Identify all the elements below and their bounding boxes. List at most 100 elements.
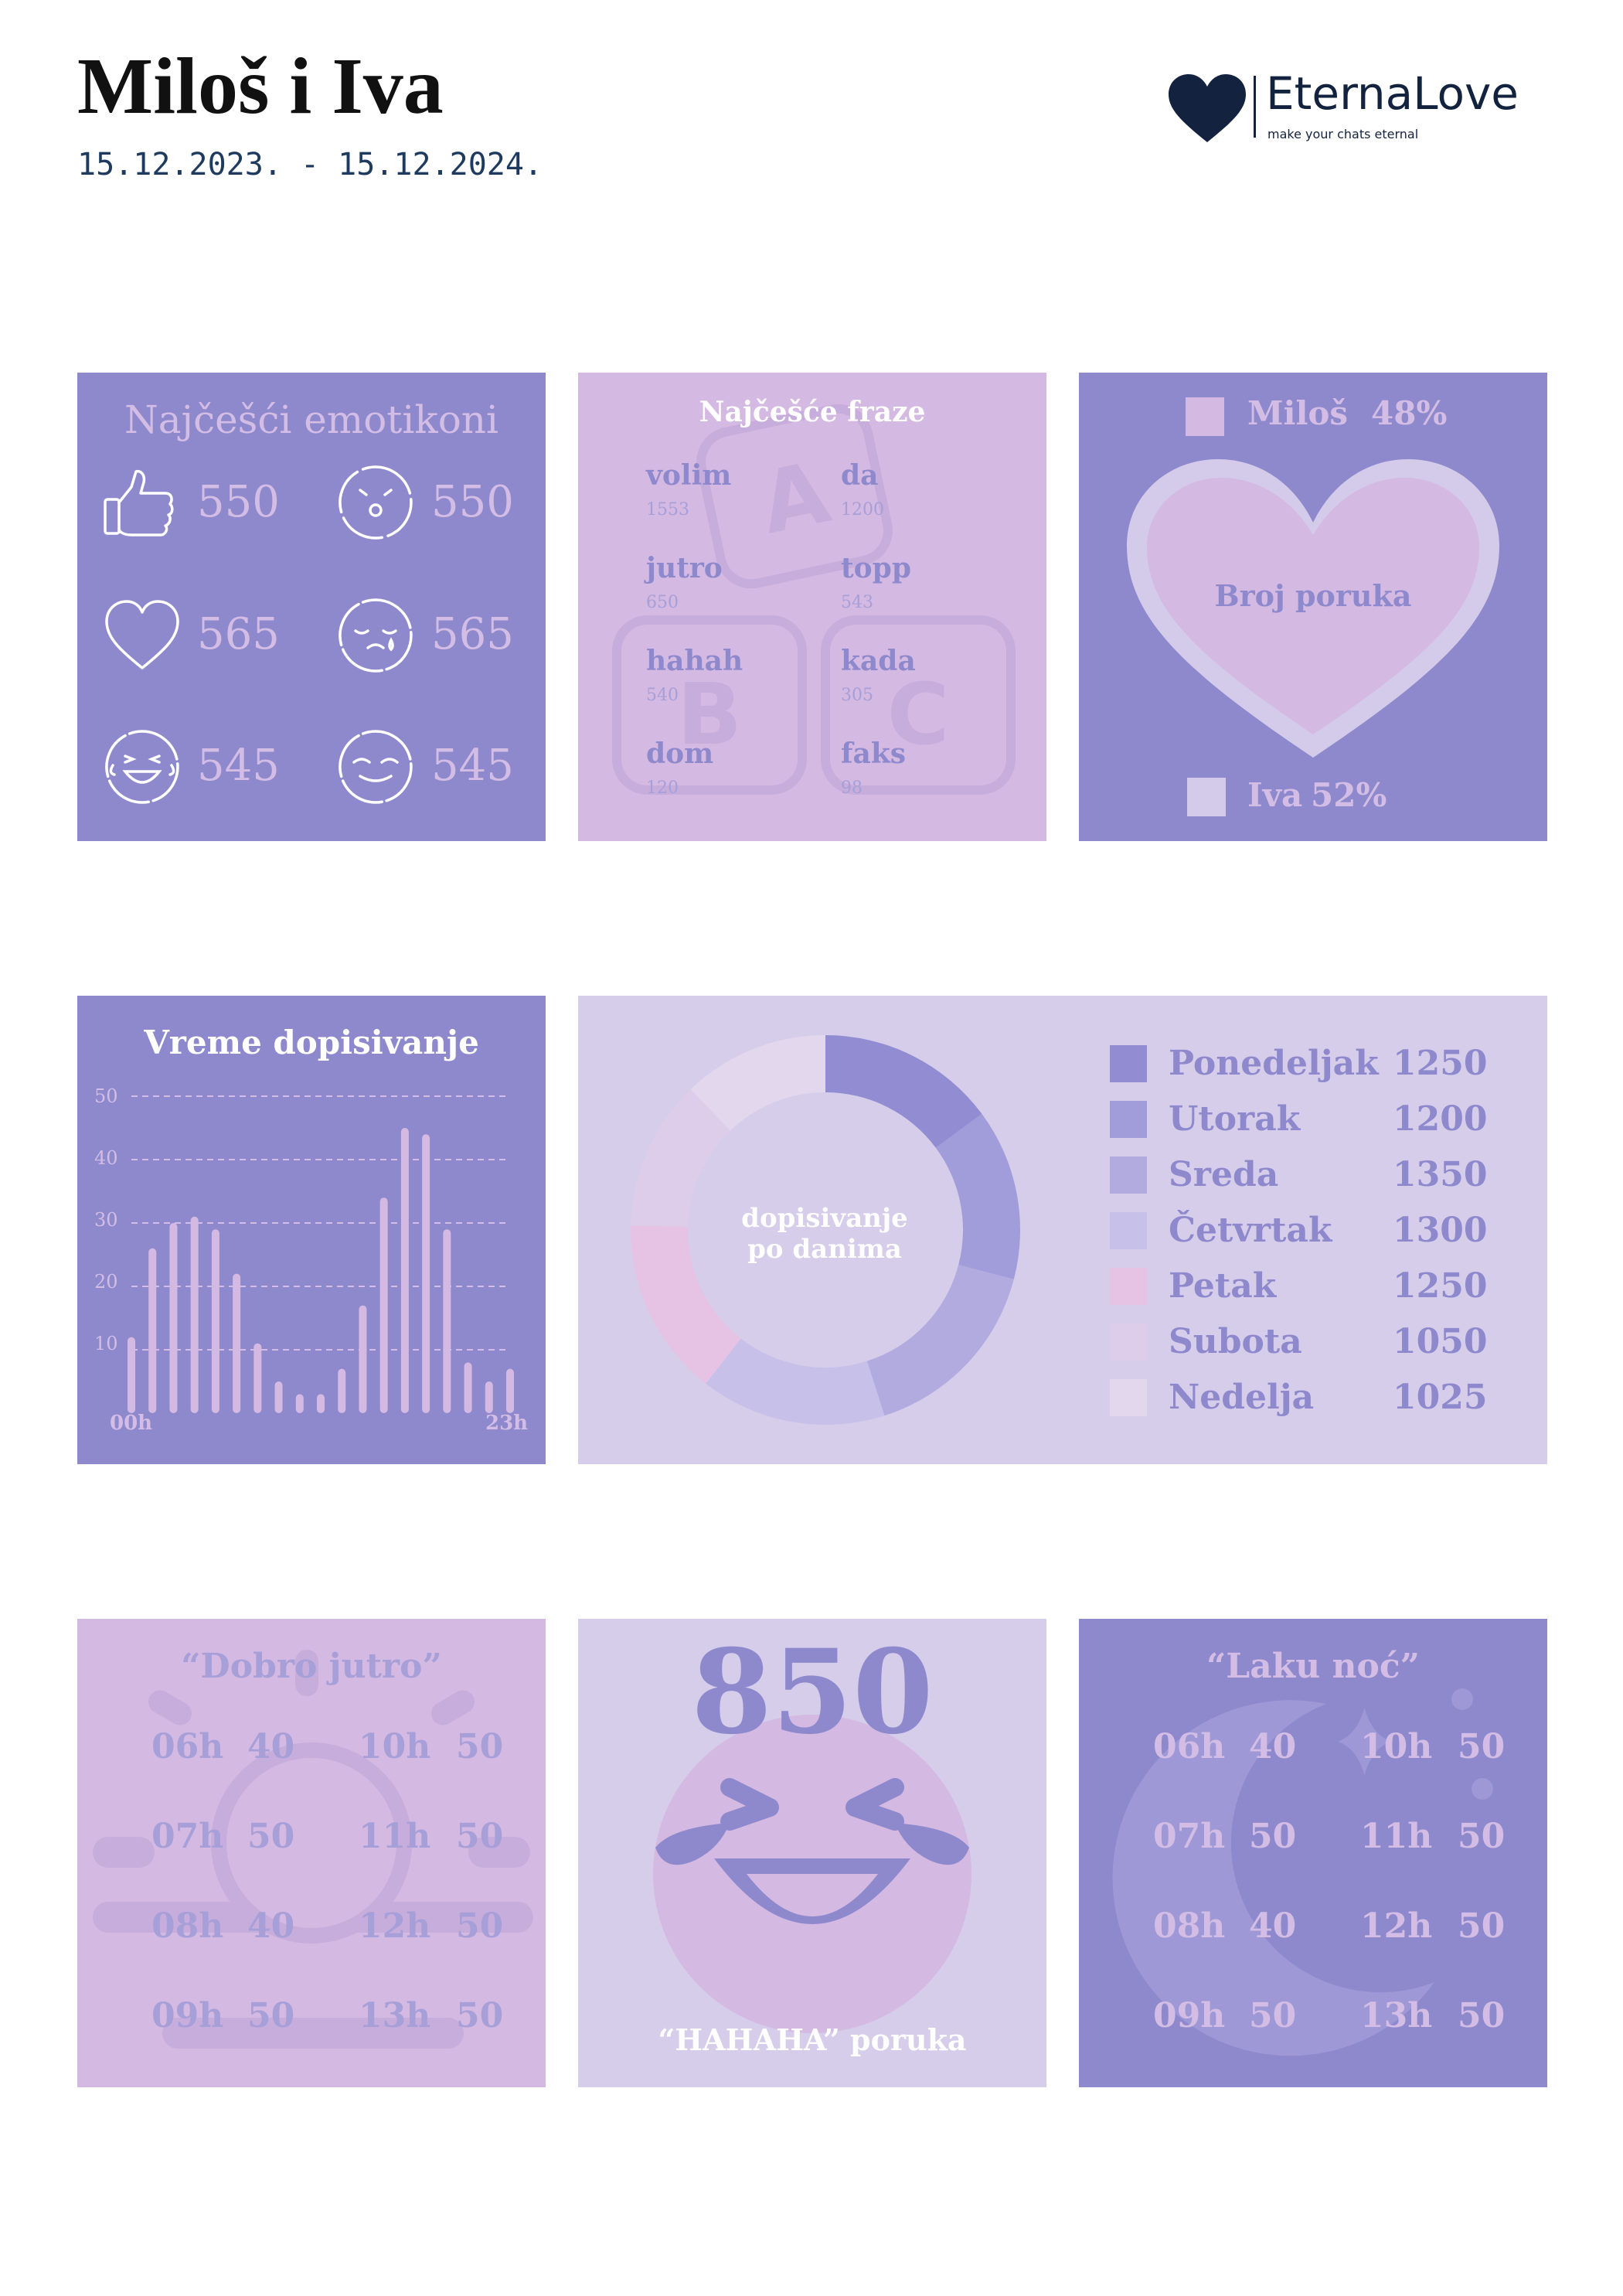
milos-percent: 48% bbox=[1371, 394, 1448, 432]
laughing-tears-face-icon bbox=[105, 730, 179, 804]
legend-value: 1250 bbox=[1393, 1266, 1488, 1306]
hour-bar bbox=[485, 1381, 493, 1413]
milos-name: Miloš bbox=[1247, 394, 1349, 432]
legend-swatch bbox=[1110, 1045, 1147, 1082]
legend-value: 1250 bbox=[1393, 1044, 1488, 1083]
legend-swatch bbox=[1110, 1268, 1147, 1305]
phrase-count: 543 bbox=[841, 593, 873, 612]
phrase-count: 120 bbox=[646, 778, 679, 798]
legend-swatch bbox=[1110, 1157, 1147, 1194]
phrase-word: dom bbox=[646, 738, 714, 770]
legend-label: Sreda bbox=[1169, 1155, 1279, 1194]
donut-slice-sreda bbox=[866, 1265, 1014, 1416]
donut-slice-utorak bbox=[935, 1113, 1020, 1279]
hour-label: 13h bbox=[1360, 1996, 1433, 2035]
brand-name: EternaLove bbox=[1266, 67, 1519, 120]
hour-value: 50 bbox=[456, 1906, 504, 1946]
hour-label: 10h bbox=[359, 1727, 431, 1766]
date-range: 15.12.2023. - 15.12.2024. bbox=[77, 147, 543, 182]
legend-swatch bbox=[1110, 1379, 1147, 1416]
hour-bar bbox=[274, 1381, 283, 1413]
donut-center-line: po danima bbox=[747, 1234, 902, 1265]
phrase-count: 305 bbox=[841, 686, 873, 705]
message-count-card: Miloš 48% Broj poruka Iva 52% bbox=[1079, 373, 1547, 841]
hahaha-card: 850 “HAHAHA” poruka bbox=[578, 1619, 1046, 2087]
legend-label: Utorak bbox=[1169, 1099, 1301, 1139]
phrase-count: 1553 bbox=[646, 500, 689, 519]
hour-label: 06h bbox=[151, 1727, 224, 1766]
phrase-count: 650 bbox=[646, 593, 679, 612]
weekday-legend: Ponedeljak 1250 Utorak 1200 Sreda 1350 Č… bbox=[1110, 1044, 1512, 1430]
iva-swatch bbox=[1187, 778, 1226, 816]
legend-label: Nedelja bbox=[1169, 1378, 1315, 1417]
hour-bar bbox=[464, 1362, 472, 1413]
emoji-count: 545 bbox=[197, 741, 280, 791]
hour-bar bbox=[148, 1248, 157, 1413]
brand-divider bbox=[1254, 76, 1256, 138]
hour-label: 07h bbox=[1153, 1817, 1226, 1856]
emoji-count: 565 bbox=[197, 609, 280, 659]
phrases-card: A B C Najčešće fraze volim 1553 da 1200 … bbox=[578, 373, 1046, 841]
phrase-word: jutro bbox=[646, 552, 723, 584]
emoji-count: 565 bbox=[431, 609, 514, 659]
hour-label: 09h bbox=[151, 1996, 224, 2035]
hour-value: 50 bbox=[1458, 1906, 1506, 1946]
good-morning-card: “Dobro jutro” 06h 40 10h 50 07h 50 11h 5… bbox=[77, 1619, 546, 2087]
page-title: Miloš i Iva bbox=[77, 42, 444, 131]
hourly-chart-card: Vreme dopisivanje 50 40 30 20 10 00h 23h bbox=[77, 996, 546, 1464]
hour-bar bbox=[506, 1368, 514, 1413]
hour-bar bbox=[211, 1229, 219, 1413]
legend-label: Četvrtak bbox=[1169, 1211, 1332, 1250]
emoji-card-title: Najčešći emotikoni bbox=[124, 397, 498, 442]
svg-text:A: A bbox=[752, 443, 837, 554]
hour-value: 50 bbox=[247, 1817, 295, 1856]
y-tick-label: 20 bbox=[94, 1271, 118, 1293]
good-morning-title: “Dobro jutro” bbox=[181, 1647, 442, 1686]
phrase-count: 98 bbox=[841, 778, 863, 798]
hour-label: 08h bbox=[151, 1906, 224, 1946]
x-end-label: 23h bbox=[485, 1412, 529, 1435]
donut-slice-ponedeljak bbox=[825, 1035, 982, 1148]
hour-bar bbox=[295, 1394, 304, 1413]
heart-outline-icon bbox=[105, 600, 179, 669]
donut-center-line: dopisivanje bbox=[741, 1203, 908, 1234]
crying-face-icon bbox=[339, 598, 413, 673]
legend-value: 1300 bbox=[1393, 1211, 1488, 1250]
hour-value: 50 bbox=[1249, 1996, 1297, 2035]
weekday-chart-card: dopisivanje po danima Ponedeljak 1250 Ut… bbox=[578, 996, 1547, 1464]
hour-value: 50 bbox=[1458, 1996, 1506, 2035]
hour-value: 50 bbox=[1458, 1727, 1506, 1766]
hour-bar bbox=[128, 1337, 135, 1413]
hour-bar bbox=[359, 1305, 367, 1413]
phrase-count: 540 bbox=[646, 686, 679, 705]
hour-label: 09h bbox=[1153, 1996, 1226, 2035]
donut-center-label: dopisivanje po danima bbox=[706, 1203, 943, 1265]
milos-swatch bbox=[1186, 397, 1224, 436]
emoji-card: Najčešći emotikoni 550 550 565 565 545 5… bbox=[77, 373, 546, 841]
legend-label: Subota bbox=[1169, 1322, 1302, 1361]
emoji-count: 545 bbox=[431, 741, 514, 791]
hour-value: 40 bbox=[247, 1906, 295, 1946]
legend-value: 1025 bbox=[1393, 1378, 1488, 1417]
y-tick-label: 10 bbox=[94, 1333, 118, 1354]
hour-value: 50 bbox=[456, 1727, 504, 1766]
brand-logo: EternaLove make your chats eternal bbox=[1167, 71, 1546, 148]
hour-value: 50 bbox=[456, 1996, 504, 2035]
hour-bar bbox=[317, 1394, 325, 1413]
hour-label: 12h bbox=[359, 1906, 431, 1946]
y-tick-label: 40 bbox=[94, 1147, 118, 1169]
hour-label: 06h bbox=[1153, 1727, 1226, 1766]
hour-label: 11h bbox=[359, 1817, 431, 1856]
hour-value: 40 bbox=[247, 1727, 295, 1766]
brand-tagline: make your chats eternal bbox=[1267, 127, 1419, 141]
hour-bar bbox=[233, 1273, 241, 1413]
legend-value: 1050 bbox=[1393, 1322, 1488, 1361]
thumbs-up-icon bbox=[104, 469, 174, 537]
hour-label: 11h bbox=[1360, 1817, 1433, 1856]
hour-label: 13h bbox=[359, 1996, 431, 2035]
heart-icon bbox=[1169, 74, 1246, 142]
y-tick-label: 50 bbox=[94, 1085, 118, 1107]
y-tick-label: 30 bbox=[94, 1209, 118, 1231]
hour-value: 50 bbox=[1458, 1817, 1506, 1856]
phrase-word: hahah bbox=[646, 645, 743, 677]
